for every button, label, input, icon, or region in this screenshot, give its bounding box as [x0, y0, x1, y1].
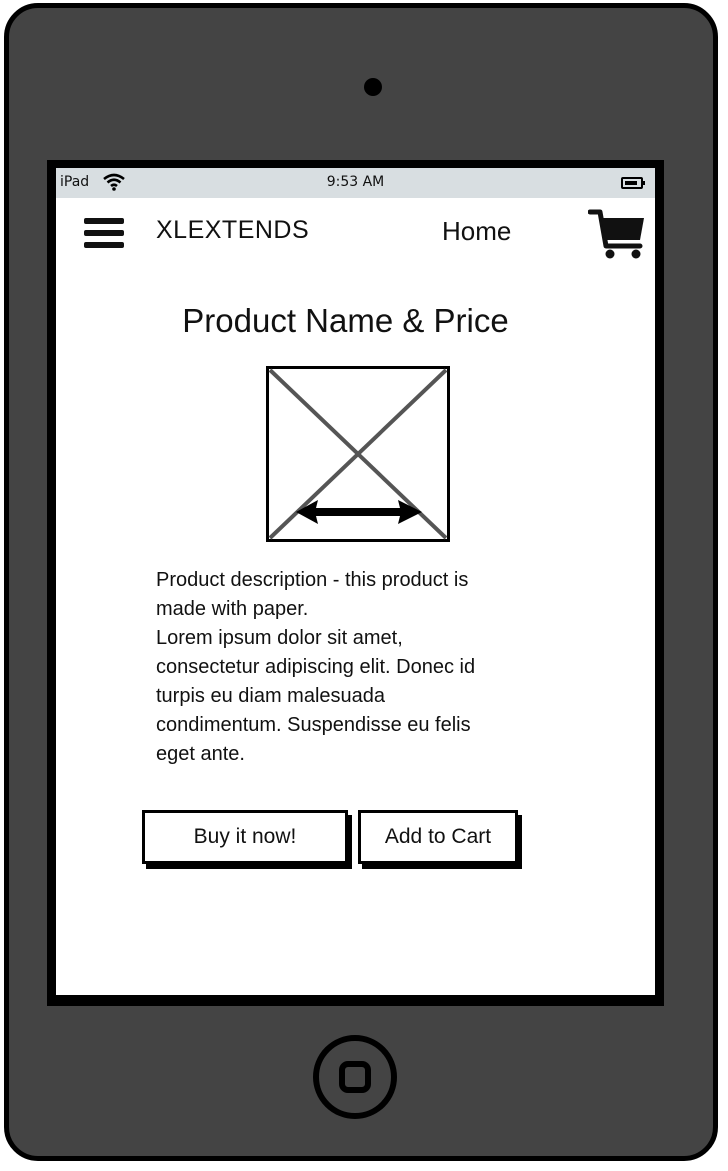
- shopping-cart-icon[interactable]: [588, 208, 648, 260]
- brand-title[interactable]: XLEXTENDS: [156, 216, 309, 245]
- status-bar: iPad 9:53 AM: [56, 168, 655, 198]
- front-camera: [364, 78, 382, 96]
- home-button[interactable]: [313, 1035, 397, 1119]
- nav-home-link[interactable]: Home: [442, 216, 511, 247]
- screen-bezel: iPad 9:53 AM XLEXTENDS Home Product Name…: [47, 160, 664, 1006]
- hamburger-menu-icon[interactable]: [84, 214, 124, 250]
- product-title: Product Name & Price: [182, 302, 509, 339]
- buy-now-button[interactable]: Buy it now!: [142, 810, 348, 864]
- status-time: 9:53 AM: [326, 174, 385, 190]
- battery-icon: [621, 177, 645, 189]
- product-description: Product description - this product is ma…: [156, 569, 476, 765]
- home-square-icon: [339, 1061, 371, 1093]
- image-placeholder-icon[interactable]: [266, 366, 450, 542]
- add-to-cart-button[interactable]: Add to Cart: [358, 810, 518, 864]
- screen: iPad 9:53 AM XLEXTENDS Home Product Name…: [56, 168, 655, 995]
